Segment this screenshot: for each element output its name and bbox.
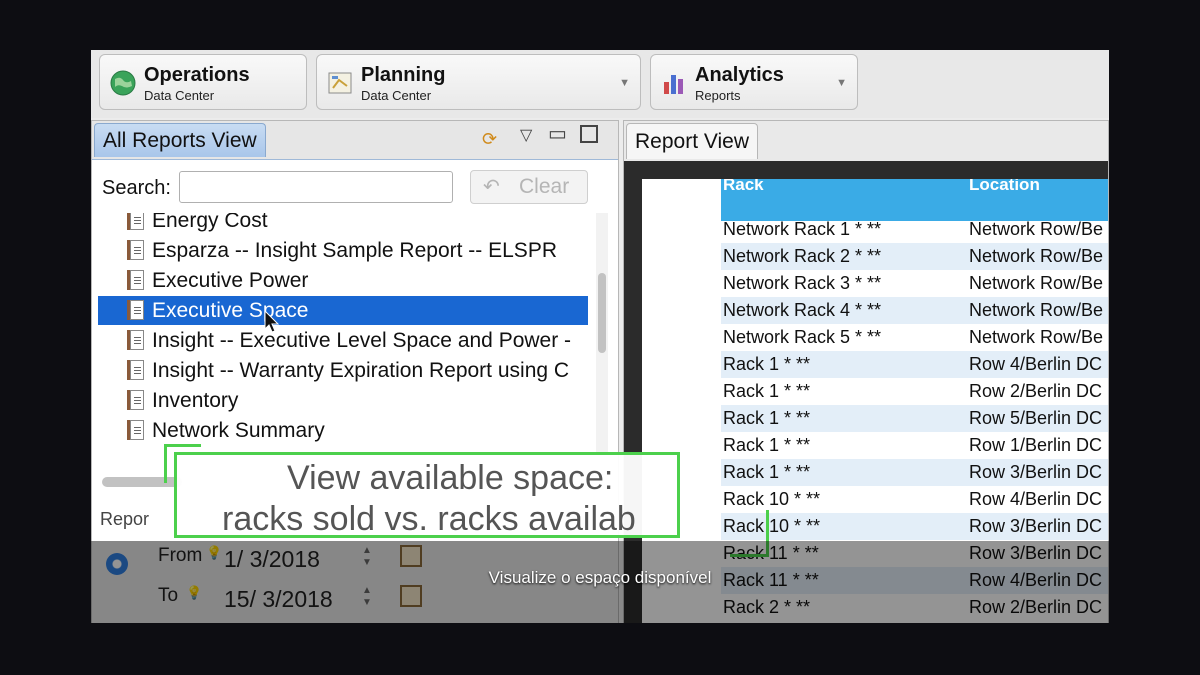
perspective-title: Analytics — [695, 64, 784, 86]
report-list: Energy Cost Esparza -- Insight Sample Re… — [92, 213, 590, 468]
cell-rack: Rack 1 * ** — [723, 354, 811, 374]
cell-rack: Network Rack 1 * ** — [723, 219, 882, 239]
list-item[interactable]: Insight -- Executive Level Space and Pow… — [98, 326, 588, 355]
report-document-icon — [127, 330, 144, 350]
table-row: Network Rack 1 * ** Network Row/Be — [721, 216, 1108, 243]
cell-rack: Network Rack 4 * ** — [723, 300, 882, 320]
list-item-label: Insight -- Warranty Expiration Report us… — [152, 359, 570, 382]
cell-location: Network Row/Be — [969, 327, 1104, 347]
perspective-toolbar: Operations Data Center Planning Data Cen… — [91, 50, 1109, 118]
callout-line-1: View available space: — [287, 459, 614, 497]
perspective-planning-button[interactable]: Planning Data Center ▼ — [316, 54, 641, 110]
perspective-subtitle: Reports — [695, 88, 741, 103]
globe-icon — [110, 70, 136, 96]
cell-rack: Rack 1 * ** — [723, 462, 811, 482]
report-document-icon — [127, 360, 144, 380]
report-document-icon — [127, 240, 144, 260]
cell-location: Row 4/Berlin DC — [969, 354, 1103, 374]
table-row: Rack 1 * ** Row 5/Berlin DC — [721, 405, 1108, 432]
cell-location: Row 4/Berlin DC — [969, 489, 1103, 509]
table-row: Network Rack 4 * ** Network Row/Be — [721, 297, 1108, 324]
table-header: Rack Location — [721, 179, 1108, 221]
column-header-rack: Rack — [723, 179, 764, 194]
cell-rack: Network Rack 3 * ** — [723, 273, 882, 293]
perspective-title: Planning — [361, 64, 446, 86]
table-row: Network Rack 5 * ** Network Row/Be — [721, 324, 1108, 351]
perspective-analytics-button[interactable]: Analytics Reports ▼ — [650, 54, 858, 110]
perspective-subtitle: Data Center — [144, 88, 215, 103]
report-document-icon — [127, 213, 144, 230]
chevron-down-icon[interactable]: ▼ — [619, 77, 630, 89]
cell-rack: Rack 1 * ** — [723, 408, 811, 428]
table-row: Rack 1 * ** Row 1/Berlin DC — [721, 432, 1108, 459]
cell-location: Row 5/Berlin DC — [969, 408, 1103, 428]
list-item-label: Esparza -- Insight Sample Report -- ELSP… — [152, 239, 557, 262]
column-header-location: Location — [969, 179, 1040, 194]
table-row: Rack 1 * ** Row 2/Berlin DC — [721, 378, 1108, 405]
list-item[interactable]: Energy Cost — [98, 213, 588, 235]
list-item[interactable]: Insight -- Warranty Expiration Report us… — [98, 356, 588, 385]
list-item-label: Network Summary — [152, 419, 325, 442]
search-label: Search: — [102, 177, 171, 199]
report-document-icon — [127, 420, 144, 440]
cell-rack: Rack 10 * ** — [723, 489, 821, 509]
list-item-label: Energy Cost — [152, 213, 268, 232]
maximize-icon[interactable] — [580, 125, 598, 143]
cell-location: Row 3/Berlin DC — [969, 462, 1103, 482]
table-row: Network Rack 2 * ** Network Row/Be — [721, 243, 1108, 270]
report-document-icon — [127, 390, 144, 410]
video-subtitle: Visualize o espaço disponível — [488, 568, 712, 587]
chevron-down-icon[interactable]: ▼ — [836, 77, 847, 89]
parameters-header: Repor — [100, 509, 150, 529]
mouse-cursor-icon — [264, 310, 280, 333]
perspective-subtitle: Data Center — [361, 88, 432, 103]
cell-rack: Network Rack 5 * ** — [723, 327, 882, 347]
table-row: Rack 1 * ** Row 3/Berlin DC — [721, 459, 1108, 486]
cell-rack: Network Rack 2 * ** — [723, 246, 882, 266]
planning-icon — [328, 72, 352, 94]
cell-location: Row 1/Berlin DC — [969, 435, 1103, 455]
perspective-title: Operations — [144, 64, 250, 86]
minimize-icon[interactable]: ▭ — [548, 121, 567, 146]
cell-rack: Rack 1 * ** — [723, 435, 811, 455]
bar-chart-icon — [664, 75, 683, 94]
list-item-label: Insight -- Executive Level Space and Pow… — [152, 329, 572, 352]
clear-button-label: Clear — [519, 175, 570, 198]
undo-arrow-icon: ↶ — [483, 176, 500, 198]
annotation-callout: View available space: racks sold vs. rac… — [174, 452, 680, 538]
search-row: Search: ↶ Clear — [92, 159, 618, 211]
scrollbar-thumb[interactable] — [598, 273, 606, 353]
all-reports-tabstrip: All Reports View ⟳ ▽ ▭ — [92, 121, 618, 160]
callout-line-2: racks sold vs. racks availab — [222, 500, 636, 538]
table-row: Network Rack 3 * ** Network Row/Be — [721, 270, 1108, 297]
cell-location: Row 2/Berlin DC — [969, 381, 1103, 401]
list-item[interactable]: Esparza -- Insight Sample Report -- ELSP… — [98, 236, 588, 265]
table-row: Rack 10 * ** Row 3/Berlin DC — [721, 513, 1108, 540]
report-document-icon — [127, 300, 144, 320]
perspective-operations-button[interactable]: Operations Data Center — [99, 54, 307, 110]
list-item[interactable]: Network Summary — [98, 416, 588, 445]
cell-location: Network Row/Be — [969, 246, 1104, 266]
list-item[interactable]: Executive Power — [98, 266, 588, 295]
cell-location: Network Row/Be — [969, 300, 1104, 320]
cell-rack: Rack 1 * ** — [723, 381, 811, 401]
cell-location: Network Row/Be — [969, 219, 1104, 239]
list-item-label: Executive Space — [152, 299, 309, 322]
tab-report-view[interactable]: Report View — [626, 123, 759, 159]
view-menu-icon[interactable]: ▽ — [520, 125, 532, 145]
list-item-label: Inventory — [152, 389, 239, 412]
sync-icon[interactable]: ⟳ — [482, 129, 497, 150]
cell-location: Row 3/Berlin DC — [969, 516, 1103, 536]
list-item-selected[interactable]: Executive Space — [98, 296, 588, 325]
list-item[interactable]: Inventory — [98, 386, 588, 415]
tab-all-reports-view[interactable]: All Reports View — [94, 123, 266, 157]
clear-button[interactable]: ↶ Clear — [470, 170, 588, 204]
list-vertical-scrollbar[interactable] — [596, 213, 608, 468]
list-item-label: Executive Power — [152, 269, 309, 292]
search-input[interactable] — [179, 171, 453, 203]
report-document-icon — [127, 270, 144, 290]
cell-location: Network Row/Be — [969, 273, 1104, 293]
table-row: Rack 1 * ** Row 4/Berlin DC — [721, 351, 1108, 378]
table-row: Rack 10 * ** Row 4/Berlin DC — [721, 486, 1108, 513]
